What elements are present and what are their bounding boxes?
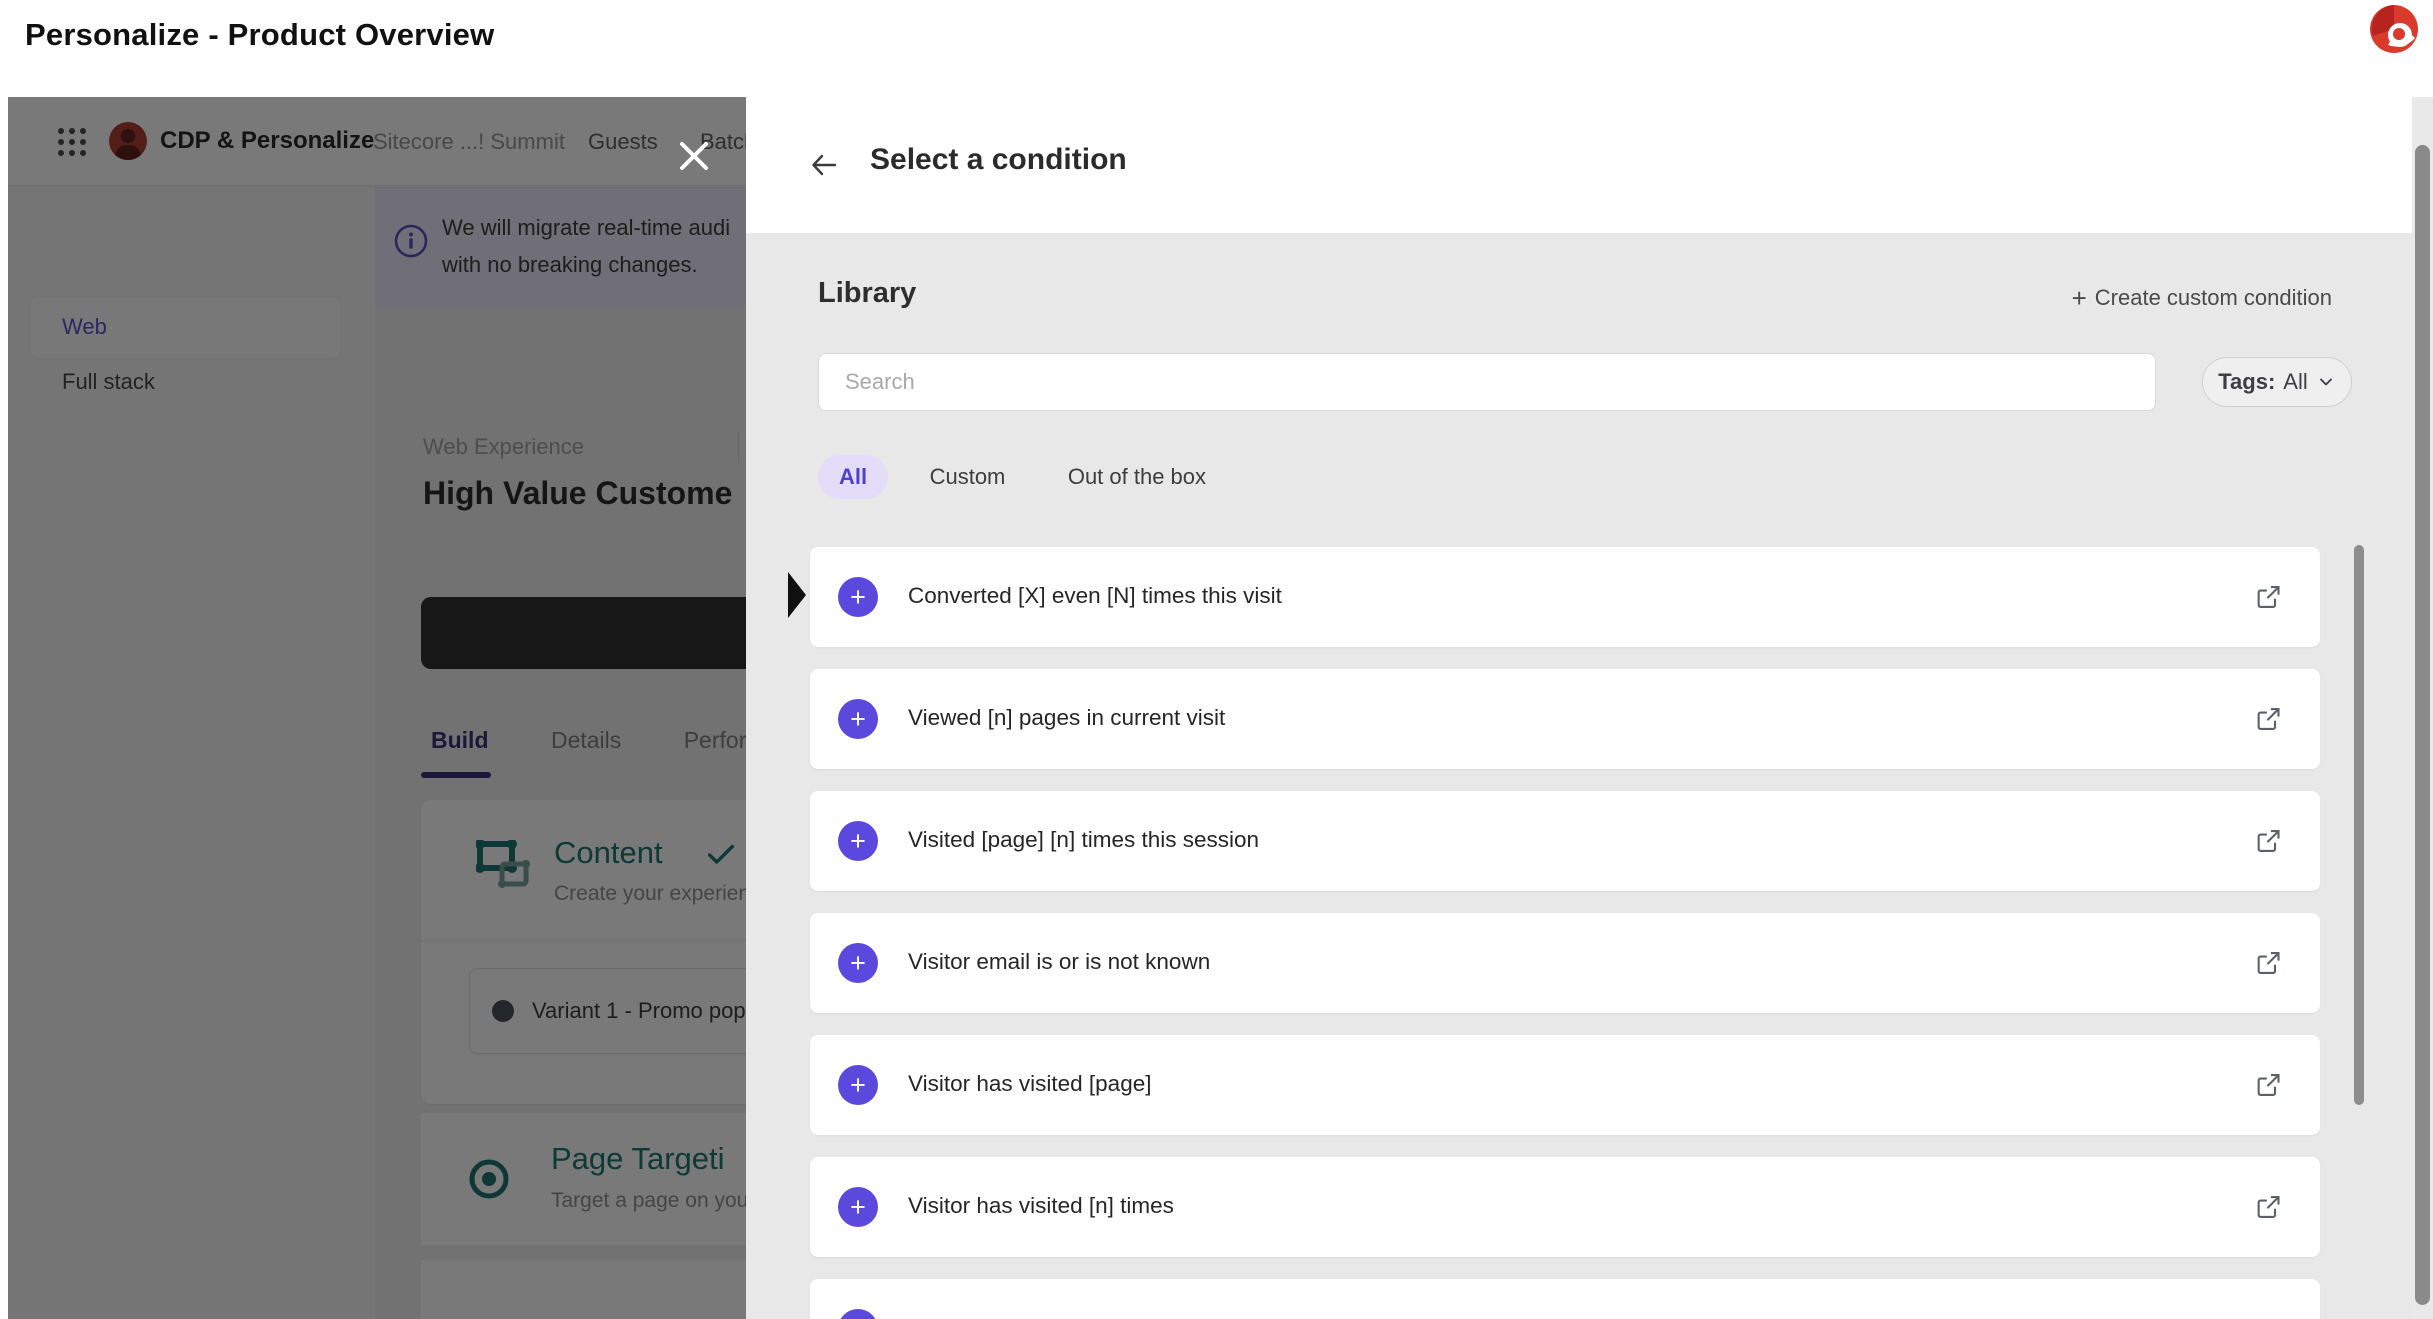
- page-title: Personalize - Product Overview: [25, 17, 495, 52]
- library-heading: Library: [818, 277, 917, 309]
- external-link-icon[interactable]: [2254, 949, 2282, 977]
- mouse-cursor-icon: [788, 572, 806, 618]
- external-link-icon[interactable]: [2254, 705, 2282, 733]
- add-condition-button[interactable]: +: [838, 1309, 878, 1319]
- filter-tab-out-of-the-box[interactable]: Out of the box: [1047, 455, 1227, 499]
- condition-card[interactable]: + Visitor has visited [page]: [810, 1035, 2320, 1135]
- condition-label: Visitor email is or is not known: [908, 949, 1211, 974]
- close-icon[interactable]: [676, 138, 712, 174]
- chevron-down-icon: [2319, 378, 2332, 386]
- select-condition-modal: Select a condition Library + Create custo…: [746, 97, 2412, 1319]
- page-scrollbar-track[interactable]: [2412, 97, 2433, 1319]
- condition-card[interactable]: + Visitor email is or is not known: [810, 913, 2320, 1013]
- condition-label: Visitor has visited [n] times: [908, 1193, 1174, 1218]
- condition-label: Visited [page] [n] times this session: [908, 827, 1260, 852]
- condition-card[interactable]: + Visited [page] [n] times this session: [810, 791, 2320, 891]
- modal-dim-overlay[interactable]: [8, 97, 748, 1319]
- page-scrollbar-thumb[interactable]: [2415, 145, 2430, 1305]
- plus-icon: +: [2071, 283, 2087, 313]
- add-condition-button[interactable]: +: [838, 577, 878, 617]
- tags-value: All: [2283, 369, 2308, 394]
- library-row: Library + Create custom condition: [818, 275, 2332, 319]
- condition-label: Came to site from search engine: [908, 1315, 1233, 1319]
- search-input[interactable]: [818, 353, 2156, 411]
- tags-label: Tags:: [2218, 369, 2276, 394]
- condition-card[interactable]: + Viewed [n] pages in current visit: [810, 669, 2320, 769]
- add-condition-button[interactable]: +: [838, 699, 878, 739]
- add-condition-button[interactable]: +: [838, 943, 878, 983]
- search-row: Tags: All: [818, 353, 2390, 411]
- condition-card[interactable]: + Visitor has visited [n] times: [810, 1157, 2320, 1257]
- back-arrow-icon[interactable]: [806, 147, 842, 183]
- modal-scrollbar-thumb[interactable]: [2354, 545, 2364, 1105]
- filter-tab-custom[interactable]: Custom: [909, 455, 1027, 499]
- external-link-icon[interactable]: [2254, 583, 2282, 611]
- external-link-icon[interactable]: [2254, 1071, 2282, 1099]
- add-condition-button[interactable]: +: [838, 821, 878, 861]
- screen: Personalize - Product Overview Select a …: [0, 0, 2433, 1319]
- create-custom-condition-button[interactable]: + Create custom condition: [2072, 283, 2332, 314]
- add-condition-button[interactable]: +: [838, 1187, 878, 1227]
- condition-list: + Converted [X] even [N] times this visi…: [810, 547, 2320, 1319]
- filter-tab-all[interactable]: All: [818, 455, 889, 499]
- create-custom-condition-label: Create custom condition: [2094, 285, 2332, 310]
- condition-label: Visitor has visited [page]: [908, 1071, 1152, 1096]
- external-link-icon[interactable]: [2254, 827, 2282, 855]
- filter-tabs: All Custom Out of the box: [818, 455, 1243, 501]
- condition-card[interactable]: + Converted [X] even [N] times this visi…: [810, 547, 2320, 647]
- modal-header: Select a condition: [746, 97, 2412, 233]
- condition-card-partial[interactable]: + Came to site from search engine: [810, 1279, 2320, 1319]
- sitecore-personalize-logo-icon: [2370, 5, 2418, 53]
- condition-label: Converted [X] even [N] times this visit: [908, 583, 1282, 608]
- modal-title: Select a condition: [870, 143, 1127, 176]
- external-link-icon[interactable]: [2254, 1193, 2282, 1221]
- titlebar: Personalize - Product Overview: [0, 0, 2433, 97]
- add-condition-button[interactable]: +: [838, 1065, 878, 1105]
- condition-label: Viewed [n] pages in current visit: [908, 705, 1226, 730]
- tags-filter-dropdown[interactable]: Tags: All: [2202, 357, 2352, 407]
- modal-body: Library + Create custom condition Tags: A…: [746, 233, 2412, 1319]
